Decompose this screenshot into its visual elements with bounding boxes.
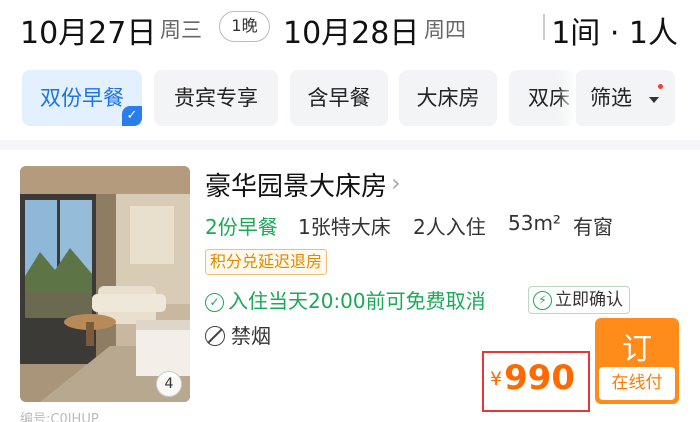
no-smoking-info: 禁烟 [205,320,271,349]
no-smoking-text: 禁烟 [231,324,271,348]
chip-fade [558,70,576,128]
bed-info: 1张特大床 [298,215,391,239]
nights-badge: 1晚 [219,11,270,42]
room-photo-image [20,166,190,402]
filter-label: 筛选 [590,86,632,110]
room-title[interactable]: 豪华园景大床房 [205,166,387,203]
notification-dot [658,84,663,89]
room-price: ¥990 [490,358,575,398]
cancel-policy-text: 入住当天20:00前可免费取消 [228,289,486,313]
chip-double-breakfast[interactable]: 双份早餐 ✓ [22,70,142,126]
no-smoking-icon [205,326,225,346]
price-value: 990 [504,358,576,398]
chip-king-bed[interactable]: 大床房 [399,70,497,126]
room-photo[interactable] [20,166,190,402]
window-info: 有窗 [573,215,613,239]
breakfast-info: 2份早餐 [205,215,278,239]
occupancy-info: 2人入住 [413,215,486,239]
area-info: 53m² [508,211,561,235]
check-icon: ✓ [122,106,142,126]
chip-label: 双份早餐 [40,86,124,110]
photo-count-badge: 4 [156,371,182,397]
checkout-weekday: 周四 [424,18,466,42]
checkin-date[interactable]: 10月27日 [20,8,156,52]
room-code: 编号:C0IHUP [20,412,99,422]
date-bar[interactable]: 10月27日 周三 1晚 10月28日 周四 1间 · 1人 [0,0,700,56]
section-separator [0,140,700,150]
filter-chip-row: 双份早餐 ✓ 贵宾专享 含早餐 大床房 双床 筛选 [0,70,700,128]
free-cancel-policy: ✓ 入住当天20:00前可免费取消 [205,285,486,314]
filter-button[interactable]: 筛选 [575,70,675,126]
chip-label: 含早餐 [307,86,371,110]
checkin-weekday: 周三 [160,18,202,42]
rooms-guests-selector[interactable]: 1间 · 1人 [551,8,678,52]
lightning-icon: ⚡ [533,291,552,310]
chevron-right-icon[interactable]: › [391,169,401,197]
currency-symbol: ¥ [490,368,503,390]
chip-breakfast-included[interactable]: 含早餐 [290,70,388,126]
confirm-label: 立即确认 [555,290,623,310]
chip-label: 大床房 [416,86,480,110]
checkout-date[interactable]: 10月28日 [283,8,419,52]
caret-down-icon [649,97,659,103]
chip-label: 贵宾专享 [174,86,258,110]
points-late-checkout-tag: 积分兑延迟退房 [205,249,328,275]
header-divider [543,14,545,40]
chip-vip-exclusive[interactable]: 贵宾专享 [154,70,278,126]
pay-online-label: 在线付 [599,367,675,400]
check-circle-icon: ✓ [205,293,224,312]
book-label: 订 [622,332,652,367]
instant-confirm-badge: ⚡ 立即确认 [528,286,630,314]
book-button[interactable]: 订 在线付 [595,318,679,404]
